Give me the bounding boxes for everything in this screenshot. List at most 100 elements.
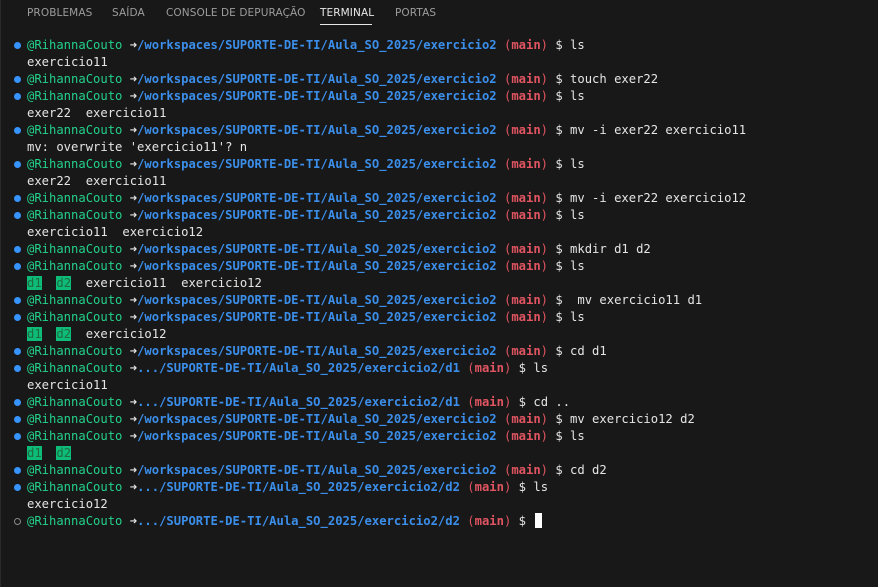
tab-problemas[interactable]: PROBLEMAS <box>27 7 92 19</box>
prompt-path: /workspaces/SUPORTE-DE-TI/Aula_SO_2025/e… <box>137 72 497 86</box>
tab-saida[interactable]: SAÍDA <box>112 7 145 19</box>
directory-entry: d1 <box>27 327 42 341</box>
prompt-line: @RihannaCouto ➜/workspaces/SUPORTE-DE-TI… <box>0 71 878 88</box>
prompt-user: @RihannaCouto <box>27 463 123 477</box>
prompt-path: /workspaces/SUPORTE-DE-TI/Aula_SO_2025/e… <box>137 157 497 171</box>
file-list: exercicio12 <box>71 327 167 341</box>
command-output: exercicio11 <box>27 378 108 392</box>
command-text: cd .. <box>533 395 571 409</box>
output-line: exercicio11 <box>0 377 878 394</box>
prompt-line: @RihannaCouto ➜/workspaces/SUPORTE-DE-TI… <box>0 241 878 258</box>
prompt-user: @RihannaCouto <box>27 514 123 528</box>
prompt-branch: main <box>511 157 541 171</box>
line-content: @RihannaCouto ➜/workspaces/SUPORTE-DE-TI… <box>27 411 695 428</box>
prompt-arrow: ➜ <box>129 123 138 137</box>
command-output: exer22 exercicio11 <box>27 106 167 120</box>
command-text: ls <box>570 259 585 273</box>
branch-paren: ) <box>503 395 512 409</box>
command-status-dot <box>14 93 21 100</box>
prompt-line: @RihannaCouto ➜/workspaces/SUPORTE-DE-TI… <box>0 207 878 224</box>
prompt-line: @RihannaCouto ➜/workspaces/SUPORTE-DE-TI… <box>0 122 878 139</box>
line-content: d1 d2 exercicio12 <box>27 326 166 343</box>
line-content: @RihannaCouto ➜.../SUPORTE-DE-TI/Aula_SO… <box>27 513 543 530</box>
command-text: ls <box>570 157 585 171</box>
line-content: mv: overwrite 'exercicio11'? n <box>27 139 247 156</box>
prompt-user: @RihannaCouto <box>27 157 123 171</box>
output-line: d1 d2 <box>0 445 878 462</box>
prompt-line: @RihannaCouto ➜/workspaces/SUPORTE-DE-TI… <box>0 309 878 326</box>
prompt-path: /workspaces/SUPORTE-DE-TI/Aula_SO_2025/e… <box>137 259 497 273</box>
line-content: exercicio11 <box>27 54 108 71</box>
output-line: exer22 exercicio11 <box>0 105 878 122</box>
command-output: exercicio11 <box>27 55 108 69</box>
prompt-branch: main <box>511 123 541 137</box>
command-text: ls <box>570 89 585 103</box>
prompt-branch: main <box>511 38 541 52</box>
prompt-symbol: $ <box>555 38 563 52</box>
branch-paren: ) <box>540 72 549 86</box>
prompt-user: @RihannaCouto <box>27 480 123 494</box>
line-content: @RihannaCouto ➜/workspaces/SUPORTE-DE-TI… <box>27 292 702 309</box>
directory-entry: d1 <box>27 276 42 290</box>
branch-paren: ) <box>540 429 549 443</box>
line-content: d1 d2 exercicio11 exercicio12 <box>27 275 262 292</box>
prompt-path: /workspaces/SUPORTE-DE-TI/Aula_SO_2025/e… <box>137 208 497 222</box>
command-text: mkdir d1 d2 <box>570 242 651 256</box>
tab-terminal[interactable]: TERMINAL <box>320 7 374 19</box>
line-content: exer22 exercicio11 <box>27 105 166 122</box>
command-text: cd d2 <box>570 463 607 477</box>
prompt-line: @RihannaCouto ➜/workspaces/SUPORTE-DE-TI… <box>0 428 878 445</box>
command-text: ls <box>570 38 585 52</box>
prompt-branch: main <box>511 412 541 426</box>
prompt-arrow: ➜ <box>129 395 138 409</box>
prompt-symbol: $ <box>555 89 563 103</box>
prompt-branch: main <box>474 361 504 375</box>
output-line: exercicio11 exercicio12 <box>0 224 878 241</box>
prompt-line: @RihannaCouto ➜/workspaces/SUPORTE-DE-TI… <box>0 343 878 360</box>
branch-paren: ) <box>503 480 512 494</box>
line-content: @RihannaCouto ➜.../SUPORTE-DE-TI/Aula_SO… <box>27 360 548 377</box>
prompt-symbol: $ <box>555 157 563 171</box>
line-content: exercicio11 <box>27 377 108 394</box>
command-text: mv exercicio11 d1 <box>570 293 703 307</box>
prompt-line: @RihannaCouto ➜/workspaces/SUPORTE-DE-TI… <box>0 411 878 428</box>
prompt-path: /workspaces/SUPORTE-DE-TI/Aula_SO_2025/e… <box>137 123 497 137</box>
prompt-user: @RihannaCouto <box>27 38 123 52</box>
branch-paren: ) <box>540 38 549 52</box>
command-status-dot <box>14 297 21 304</box>
command-status-dot <box>14 127 21 134</box>
prompt-branch: main <box>474 395 504 409</box>
prompt-arrow: ➜ <box>129 463 138 477</box>
output-line: exer22 exercicio11 <box>0 173 878 190</box>
prompt-arrow: ➜ <box>129 361 138 375</box>
tab-console-de-depuracao[interactable]: CONSOLE DE DEPURAÇÃO <box>166 7 305 19</box>
tab-portas[interactable]: PORTAS <box>395 7 436 19</box>
prompt-user: @RihannaCouto <box>27 259 123 273</box>
branch-paren: ) <box>503 361 512 375</box>
prompt-symbol: $ <box>518 480 527 494</box>
prompt-line: @RihannaCouto ➜/workspaces/SUPORTE-DE-TI… <box>0 190 878 207</box>
line-content: d1 d2 <box>27 445 72 462</box>
branch-paren: ) <box>540 293 549 307</box>
terminal-output[interactable]: @RihannaCouto ➜/workspaces/SUPORTE-DE-TI… <box>0 37 878 530</box>
output-line: d1 d2 exercicio11 exercicio12 <box>0 275 878 292</box>
line-content: exercicio12 <box>27 496 108 513</box>
prompt-branch: main <box>511 191 541 205</box>
branch-paren: ) <box>540 463 549 477</box>
prompt-path: /workspaces/SUPORTE-DE-TI/Aula_SO_2025/e… <box>137 38 497 52</box>
branch-paren: ) <box>540 123 549 137</box>
line-content: @RihannaCouto ➜/workspaces/SUPORTE-DE-TI… <box>27 207 585 224</box>
line-content: @RihannaCouto ➜.../SUPORTE-DE-TI/Aula_SO… <box>27 394 570 411</box>
prompt-path: .../SUPORTE-DE-TI/Aula_SO_2025/exercicio… <box>137 361 460 375</box>
prompt-branch: main <box>511 89 541 103</box>
terminal-cursor[interactable] <box>535 513 543 528</box>
line-content: @RihannaCouto ➜/workspaces/SUPORTE-DE-TI… <box>27 156 585 173</box>
output-line: exercicio12 <box>0 496 878 513</box>
command-text: ls <box>570 429 585 443</box>
command-status-dot <box>14 42 21 49</box>
command-output: exer22 exercicio11 <box>27 174 167 188</box>
command-status-dot <box>14 161 21 168</box>
directory-entry: d1 <box>27 446 42 460</box>
command-status-dot <box>14 246 21 253</box>
line-content: @RihannaCouto ➜.../SUPORTE-DE-TI/Aula_SO… <box>27 479 548 496</box>
